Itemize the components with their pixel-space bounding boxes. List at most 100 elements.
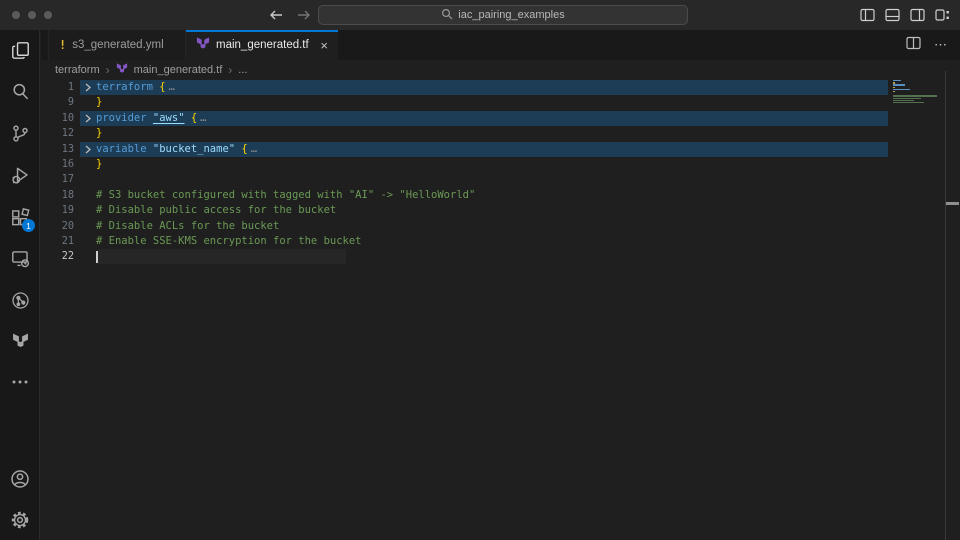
source-control-icon[interactable] [0, 116, 40, 150]
code-text [96, 249, 346, 264]
token-brace: { [241, 142, 247, 157]
code-line[interactable]: 18 # S3 bucket configured with tagged wit… [40, 188, 960, 203]
search-view-icon[interactable] [0, 74, 40, 108]
search-icon [441, 8, 453, 23]
split-editor-icon[interactable] [906, 36, 921, 55]
code-line[interactable]: 9} [40, 95, 960, 110]
line-number[interactable]: 18 [40, 188, 74, 203]
code-line[interactable]: 19 # Disable public access for the bucket [40, 203, 960, 218]
account-icon[interactable] [0, 462, 40, 496]
breadcrumb-folder[interactable]: terraform [55, 64, 100, 76]
more-actions-icon[interactable]: ⋯ [934, 37, 948, 53]
code-line[interactable]: 1terraform {… [40, 80, 960, 95]
fold-chevron-icon[interactable] [80, 142, 96, 157]
token-comment: # Enable SSE-KMS encryption for the buck… [96, 234, 362, 249]
token-comment: # Disable ACLs for the bucket [96, 219, 279, 234]
tab-label: main_generated.tf [216, 39, 309, 51]
breadcrumb-file[interactable]: main_generated.tf [134, 64, 223, 76]
code-line[interactable]: 10provider "aws" {… [40, 111, 960, 126]
minimap-line [893, 80, 901, 81]
fold-gutter [80, 203, 96, 218]
toggle-secondary-sidebar-icon[interactable] [910, 8, 925, 22]
terraform-file-icon [116, 63, 128, 77]
line-number[interactable]: 1 [40, 80, 74, 95]
token-keyword: terraform [96, 80, 159, 95]
customize-layout-icon[interactable] [935, 8, 950, 22]
tab-label: s3_generated.yml [72, 39, 163, 51]
line-number[interactable]: 10 [40, 111, 74, 126]
tab-main-generated-tf[interactable]: main_generated.tf × [186, 30, 338, 60]
line-number[interactable]: 21 [40, 234, 74, 249]
line-number[interactable]: 9 [40, 95, 74, 110]
code-text: # S3 bucket configured with tagged with … [96, 188, 475, 203]
token-comment: # S3 bucket configured with tagged with … [96, 188, 475, 203]
minimap-line [893, 82, 895, 83]
breadcrumb: terraform › main_generated.tf › ... [41, 60, 960, 80]
fold-gutter [80, 249, 96, 264]
fold-chevron-icon[interactable] [80, 80, 96, 95]
terraform-file-icon [196, 37, 210, 53]
fold-gutter [80, 95, 96, 110]
remote-explorer-icon[interactable] [0, 241, 40, 275]
gitlens-icon[interactable] [0, 283, 40, 317]
toggle-primary-sidebar-icon[interactable] [860, 8, 875, 22]
line-number[interactable]: 22 [40, 249, 74, 264]
code-editor[interactable]: 1terraform {…9}10provider "aws" {…12}13v… [40, 80, 960, 540]
code-text: } [96, 126, 102, 141]
extensions-badge: 1 [22, 219, 35, 232]
token-brace: } [96, 95, 102, 110]
code-text: } [96, 95, 102, 110]
more-views-icon[interactable] [0, 365, 40, 399]
minimap-line [893, 91, 895, 92]
toggle-panel-icon[interactable] [885, 8, 900, 22]
window-maximize-icon[interactable] [44, 11, 52, 19]
line-number[interactable]: 17 [40, 172, 74, 187]
tab-bar: ! s3_generated.yml main_generated.tf × ⋯ [41, 30, 960, 60]
back-icon[interactable] [268, 8, 284, 22]
code-line[interactable]: 21 # Enable SSE-KMS encryption for the bu… [40, 234, 960, 249]
window-minimize-icon[interactable] [28, 11, 36, 19]
tab-close-icon[interactable]: × [320, 39, 328, 52]
minimap[interactable] [893, 80, 943, 106]
code-line[interactable]: 12} [40, 126, 960, 141]
terraform-view-icon[interactable] [0, 324, 40, 358]
minimap-line [893, 102, 924, 103]
minimap-line [893, 84, 905, 85]
settings-gear-icon[interactable] [0, 503, 40, 537]
line-number[interactable]: 13 [40, 142, 74, 157]
extensions-icon[interactable]: 1 [0, 200, 40, 234]
code-text: # Disable public access for the bucket [96, 203, 336, 218]
explorer-icon[interactable] [0, 33, 40, 67]
yaml-file-icon: ! [59, 38, 66, 52]
chevron-right-icon: › [106, 63, 110, 77]
window-controls[interactable] [12, 11, 52, 19]
code-text: variable "bucket_name" {… [96, 142, 257, 157]
code-line[interactable]: 16} [40, 157, 960, 172]
code-line[interactable]: 20 # Disable ACLs for the bucket [40, 219, 960, 234]
token-brace: } [96, 157, 102, 172]
token-string: "bucket_name" [153, 142, 235, 157]
fold-gutter [80, 219, 96, 234]
window-close-icon[interactable] [12, 11, 20, 19]
token-string: "aws" [153, 111, 185, 126]
run-debug-icon[interactable] [0, 158, 40, 192]
line-number[interactable]: 16 [40, 157, 74, 172]
command-center-search[interactable]: iac_pairing_examples [318, 5, 688, 25]
minimap-line [893, 100, 914, 101]
code-line[interactable]: 22 [40, 249, 960, 264]
forward-icon[interactable] [296, 8, 312, 22]
line-number[interactable]: 12 [40, 126, 74, 141]
fold-gutter [80, 172, 96, 187]
breadcrumb-symbol[interactable]: ... [238, 64, 247, 76]
tab-s3-generated-yml[interactable]: ! s3_generated.yml [48, 30, 186, 60]
line-number[interactable]: 20 [40, 219, 74, 234]
token-fold: … [251, 142, 257, 157]
token-fold: … [169, 80, 175, 95]
code-text: # Enable SSE-KMS encryption for the buck… [96, 234, 362, 249]
code-line[interactable]: 13variable "bucket_name" {… [40, 142, 960, 157]
minimap-line [893, 87, 895, 88]
code-line[interactable]: 17 [40, 172, 960, 187]
line-number[interactable]: 19 [40, 203, 74, 218]
fold-chevron-icon[interactable] [80, 111, 96, 126]
token-brace: { [191, 111, 197, 126]
